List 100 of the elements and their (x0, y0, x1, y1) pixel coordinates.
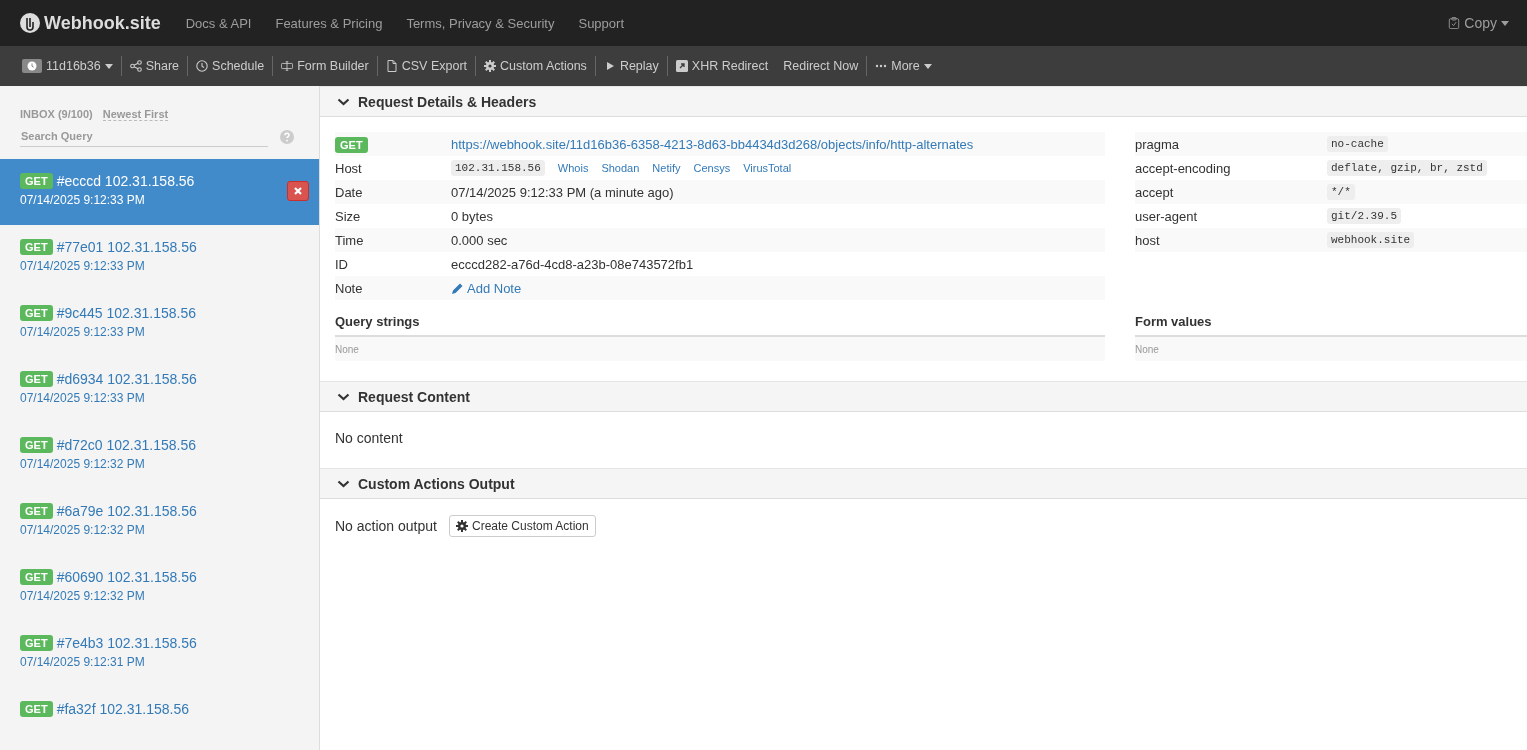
header-name: user-agent (1135, 208, 1199, 224)
request-title: #d6934 102.31.158.56 (56, 371, 197, 387)
settings-icon (455, 520, 468, 532)
header-name: host (1135, 232, 1161, 248)
toolbar-button[interactable]: Replay (603, 59, 659, 73)
field-value: 07/14/2025 9:12:33 PM (a minute ago) (451, 184, 674, 200)
token-dropdown[interactable]: 11d16b36 (22, 59, 113, 73)
request-item[interactable]: GET #fa32f 102.31.158.56 (0, 687, 319, 750)
ip-address: 102.31.158.56 (451, 160, 545, 176)
method-badge: GET (20, 701, 53, 717)
lookup-link[interactable]: Whois (557, 162, 589, 174)
request-time: 07/14/2025 9:12:33 PM (20, 325, 146, 339)
search-field[interactable]: Search Query (20, 127, 268, 147)
method-badge: GET (20, 503, 53, 519)
share-icon (129, 60, 142, 72)
request-title: #d72c0 102.31.158.56 (56, 437, 196, 453)
field-label: Time (335, 232, 365, 248)
toolbar-button[interactable]: Share (129, 59, 180, 73)
request-title: #ecccd 102.31.158.56 (56, 173, 195, 189)
request-title: #7e4b3 102.31.158.56 (56, 635, 197, 651)
chevron-icon (337, 97, 350, 106)
header-name: pragma (1135, 136, 1181, 152)
nav-link[interactable]: Docs & API (185, 15, 252, 31)
field-label: ID (335, 256, 349, 272)
form-icon (281, 60, 294, 72)
chevron-icon (337, 392, 350, 401)
settings-icon (484, 60, 497, 72)
request-item[interactable]: GET #ecccd 102.31.158.56 07/14/2025 9:12:33 PM (0, 159, 319, 225)
add-note-link[interactable]: Add Note (451, 280, 522, 296)
header-value: no-cache (1327, 136, 1388, 152)
header-value: git/2.39.5 (1327, 208, 1401, 224)
header-name: accept-encoding (1135, 160, 1232, 176)
file-icon (385, 60, 398, 72)
method-badge: GET (20, 569, 53, 585)
request-time: 07/14/2025 9:12:33 PM (20, 193, 146, 207)
nav-link[interactable]: Features & Pricing (275, 15, 383, 31)
section-header[interactable]: Custom Actions Output (320, 468, 1527, 499)
method-badge: GET (20, 635, 53, 651)
pencil-icon (451, 281, 464, 295)
lookup-link[interactable]: Netify (652, 162, 681, 174)
request-title: #6a79e 102.31.158.56 (56, 503, 197, 519)
method-badge: GET (20, 371, 53, 387)
output-text: No action output (335, 518, 437, 534)
request-item[interactable]: GET #d72c0 102.31.158.56 07/14/2025 9:12:32 PM (0, 423, 319, 489)
field-label: Size (335, 208, 362, 224)
request-item[interactable]: GET #6a79e 102.31.158.56 07/14/2025 9:12:32 PM (0, 489, 319, 555)
field-value: 0.000 sec (451, 232, 508, 248)
request-item[interactable]: GET #7e4b3 102.31.158.56 07/14/2025 9:12:31 PM (0, 621, 319, 687)
inbox-count: INBOX (9/100) (20, 108, 93, 121)
field-label: Host (335, 160, 363, 176)
header-name: accept (1135, 184, 1175, 200)
request-url[interactable]: https://webhook.site/11d16b36-6358-4213-8d63-bb4434d3d268/objects/info/http-alternates (451, 136, 974, 152)
header-value: deflate, gzip, br, zstd (1327, 160, 1487, 176)
request-time: 07/14/2025 9:12:32 PM (20, 523, 146, 537)
delete-button[interactable] (287, 181, 309, 201)
copy-dropdown[interactable]: Copy (1448, 15, 1509, 31)
clock-icon (22, 59, 42, 73)
lookup-link[interactable]: Shodan (601, 162, 640, 174)
request-item[interactable]: GET #77e01 102.31.158.56 07/14/2025 9:12:33 PM (0, 225, 319, 291)
brand-name[interactable]: Webhook.site (44, 12, 161, 34)
toolbar-button[interactable]: Custom Actions (484, 59, 587, 73)
help-icon (280, 130, 294, 144)
method-badge: GET (20, 173, 53, 189)
nav-link[interactable]: Terms, Privacy & Security (406, 15, 555, 31)
toolbar-button[interactable]: CSV Export (385, 59, 468, 73)
request-item[interactable]: GET #60690 102.31.158.56 07/14/2025 9:12:32 PM (0, 555, 319, 621)
request-time: 07/14/2025 9:12:32 PM (20, 457, 146, 471)
request-title: #9c445 102.31.158.56 (56, 305, 196, 321)
chevron-icon (337, 479, 350, 488)
field-label: Date (335, 184, 364, 200)
request-time: 07/14/2025 9:12:31 PM (20, 655, 146, 669)
request-item[interactable]: GET #d6934 102.31.158.56 07/14/2025 9:12:33 PM (0, 357, 319, 423)
lookup-link[interactable]: VirusTotal (743, 162, 792, 174)
toolbar-button[interactable]: Schedule (196, 59, 265, 73)
request-item[interactable]: GET #9c445 102.31.158.56 07/14/2025 9:12:33 PM (0, 291, 319, 357)
request-time: 07/14/2025 9:12:32 PM (20, 589, 146, 603)
header-value: webhook.site (1327, 232, 1415, 248)
nav-link[interactable]: Support (578, 15, 624, 31)
toolbar-button[interactable]: Form Builder (281, 59, 369, 73)
create-action-button[interactable]: Create Custom Action (448, 515, 596, 537)
clock-icon (196, 60, 209, 72)
toolbar-button[interactable]: More (875, 59, 932, 73)
request-title: #60690 102.31.158.56 (56, 569, 197, 585)
toolbar-button[interactable]: Redirect Now (783, 59, 859, 73)
lookup-link[interactable]: Censys (693, 162, 731, 174)
toolbar-button[interactable]: XHR Redirect (675, 59, 769, 73)
field-label: Note (335, 280, 364, 296)
empty-value: None (335, 337, 1105, 361)
clipboard-icon (1448, 17, 1461, 29)
caret-icon (1501, 20, 1509, 26)
section-header[interactable]: Request Content (320, 381, 1527, 412)
section-header[interactable]: Request Details & Headers (320, 86, 1527, 117)
field-value: 0 bytes (451, 208, 493, 224)
content-text: No content (334, 429, 404, 448)
header-value: */* (1327, 184, 1355, 200)
request-title: #77e01 102.31.158.56 (56, 239, 197, 255)
request-time: 07/14/2025 9:12:33 PM (20, 391, 146, 405)
request-title: #fa32f 102.31.158.56 (56, 701, 189, 717)
request-time: 07/14/2025 9:12:33 PM (20, 259, 146, 273)
method-badge: GET (20, 239, 53, 255)
